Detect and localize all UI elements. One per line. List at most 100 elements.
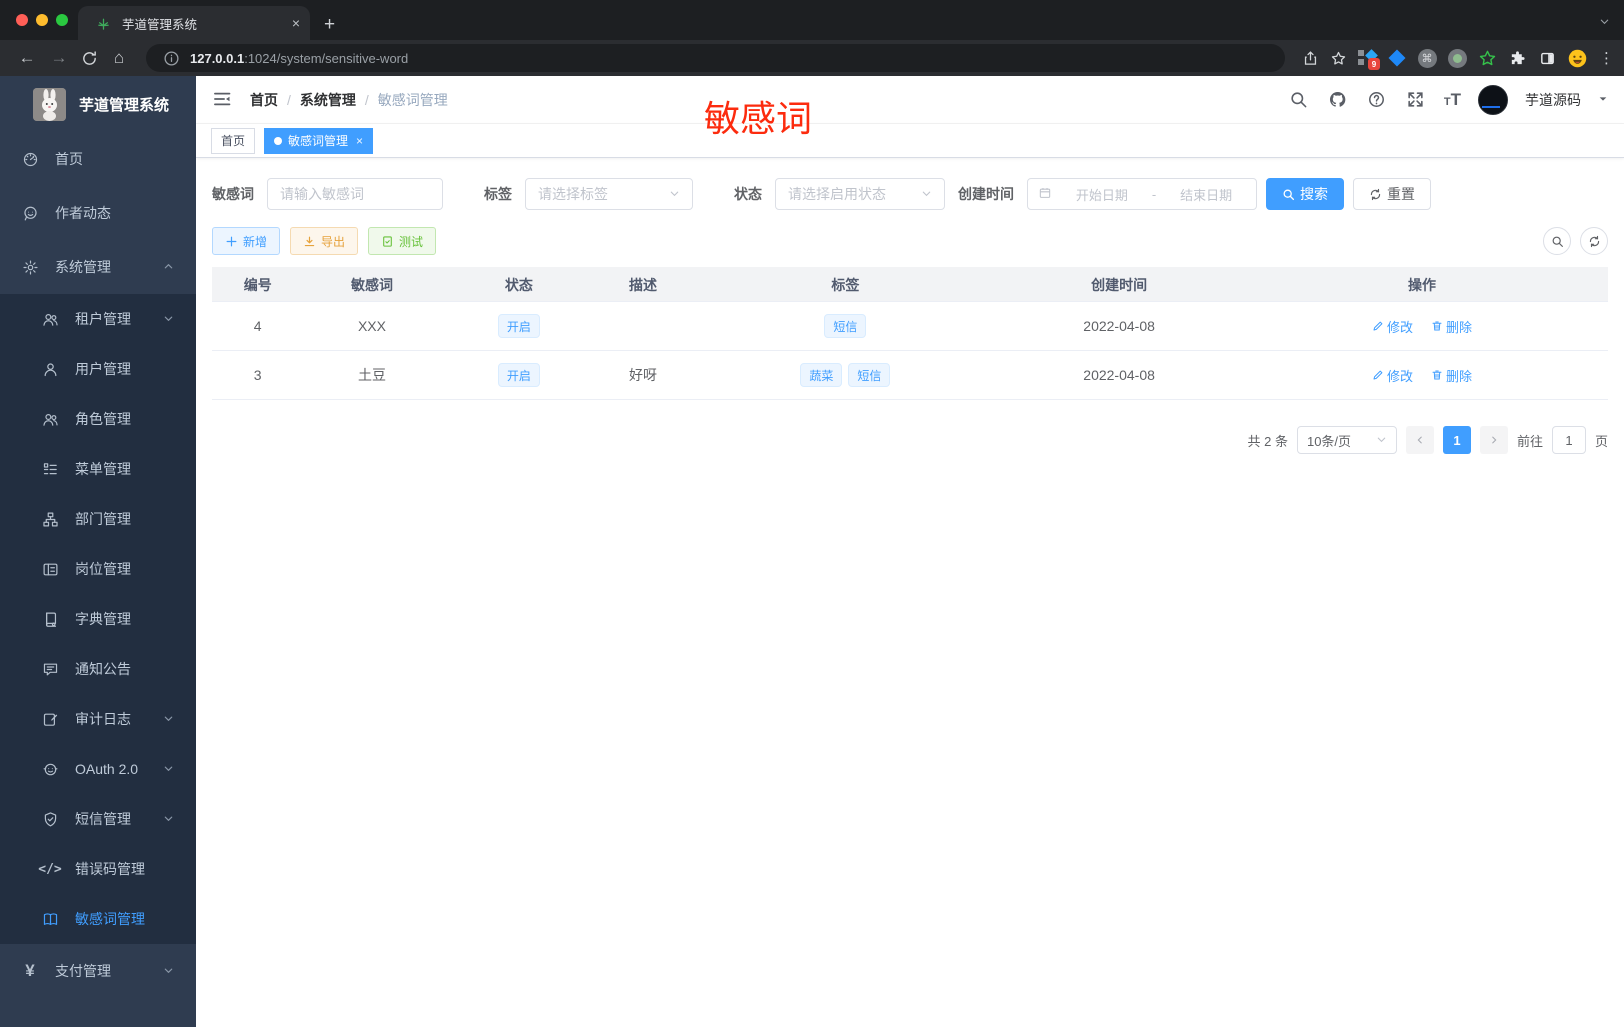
column-header: 状态 bbox=[440, 267, 598, 302]
sidebar-item-dict[interactable]: 字典管理 bbox=[0, 594, 196, 644]
breadcrumb-item[interactable]: 首页 bbox=[250, 90, 278, 110]
close-tag-icon[interactable]: × bbox=[356, 134, 363, 148]
reset-button[interactable]: 重置 bbox=[1353, 178, 1431, 210]
bookmark-star-icon[interactable] bbox=[1327, 47, 1349, 69]
sidebar-item-pay[interactable]: ¥ 支付管理 bbox=[0, 944, 196, 998]
next-page-button[interactable] bbox=[1479, 426, 1508, 454]
sidebar-item-sms[interactable]: 短信管理 bbox=[0, 794, 196, 844]
keyword-input[interactable] bbox=[267, 178, 443, 210]
help-icon[interactable] bbox=[1366, 89, 1388, 111]
users-icon bbox=[41, 310, 59, 328]
sidebar-item-tenant[interactable]: 租户管理 bbox=[0, 294, 196, 344]
back-button[interactable]: ← bbox=[14, 48, 40, 68]
collapse-sidebar-icon[interactable] bbox=[212, 89, 234, 111]
tab-title: 芋道管理系统 bbox=[122, 17, 198, 32]
show-search-icon-button[interactable] bbox=[1543, 227, 1571, 255]
edit-link[interactable]: 修改 bbox=[1372, 366, 1413, 385]
breadcrumb-item[interactable]: 系统管理 bbox=[300, 90, 356, 110]
chevron-down-icon bbox=[163, 811, 174, 827]
extension-kite-icon[interactable] bbox=[1385, 46, 1409, 70]
sidebar-item-system[interactable]: 系统管理 bbox=[0, 240, 196, 294]
profile-emoji-avatar[interactable] bbox=[1565, 46, 1589, 70]
extension-green-star-icon[interactable] bbox=[1475, 46, 1499, 70]
browser-menu-icon[interactable]: ⋮ bbox=[1599, 49, 1614, 67]
font-size-icon[interactable]: TT bbox=[1444, 90, 1461, 110]
chevron-down-icon bbox=[921, 186, 932, 202]
sidebar-item-dept[interactable]: 部门管理 bbox=[0, 494, 196, 544]
tags-view: 首页 敏感词管理 × bbox=[196, 124, 1624, 158]
delete-link[interactable]: 删除 bbox=[1431, 317, 1472, 336]
extension-grid-icon[interactable]: 9 bbox=[1355, 46, 1380, 70]
search-icon[interactable] bbox=[1288, 89, 1310, 111]
search-button[interactable]: 搜索 bbox=[1266, 178, 1344, 210]
address-bar[interactable]: 127.0.0.1:1024/system/sensitive-word bbox=[146, 44, 1285, 72]
id-card-icon bbox=[41, 560, 59, 578]
sidebar-item-notice[interactable]: 通知公告 bbox=[0, 644, 196, 694]
site-info-icon[interactable] bbox=[160, 47, 182, 69]
sidebar-item-oauth2[interactable]: OAuth 2.0 bbox=[0, 744, 196, 794]
extension-command-icon[interactable]: ⌘ bbox=[1415, 46, 1439, 70]
sidebar-item-sensitive-word[interactable]: 敏感词管理 bbox=[0, 894, 196, 944]
tags-view-item[interactable]: 首页 bbox=[211, 127, 256, 154]
date-range-picker[interactable]: 开始日期 - 结束日期 bbox=[1027, 178, 1257, 210]
reload-button[interactable] bbox=[78, 47, 100, 69]
extension-record-icon[interactable] bbox=[1445, 46, 1469, 70]
tab-close-icon[interactable]: × bbox=[292, 15, 300, 31]
browser-titlebar: 芋道管理系统 × + bbox=[0, 0, 1624, 40]
new-tab-button[interactable]: + bbox=[324, 15, 335, 34]
column-header: 敏感词 bbox=[303, 267, 441, 302]
log-icon bbox=[41, 710, 59, 728]
sidebar-item-author-news[interactable]: 作者动态 bbox=[0, 186, 196, 240]
refresh-table-button[interactable] bbox=[1580, 227, 1608, 255]
github-icon[interactable] bbox=[1327, 89, 1349, 111]
fullscreen-icon[interactable] bbox=[1405, 89, 1427, 111]
side-panel-icon[interactable] bbox=[1535, 46, 1559, 70]
prev-page-button[interactable] bbox=[1405, 426, 1434, 454]
zoom-window-button[interactable] bbox=[56, 14, 68, 26]
sidebar-item-menu[interactable]: 菜单管理 bbox=[0, 444, 196, 494]
tags-view-item[interactable]: 敏感词管理 × bbox=[264, 127, 374, 154]
breadcrumb: 首页 / 系统管理 / 敏感词管理 bbox=[250, 90, 448, 110]
chevron-down-icon bbox=[163, 963, 174, 979]
titlebar-chevron-icon[interactable] bbox=[1599, 14, 1610, 32]
export-button[interactable]: 导出 bbox=[290, 227, 359, 255]
test-button[interactable]: 测试 bbox=[368, 227, 437, 255]
tag-select[interactable]: 请选择标签 bbox=[525, 178, 693, 210]
extensions-puzzle-icon[interactable] bbox=[1505, 46, 1529, 70]
app-logo[interactable]: 芋道管理系统 bbox=[0, 76, 196, 132]
page-size-select[interactable]: 10条/页 bbox=[1296, 426, 1397, 454]
cell-id: 3 bbox=[212, 350, 304, 400]
window-controls[interactable] bbox=[16, 14, 68, 26]
date-end-placeholder: 结束日期 bbox=[1180, 187, 1233, 203]
minimize-window-button[interactable] bbox=[36, 14, 48, 26]
goto-page-input[interactable] bbox=[1551, 426, 1586, 454]
chevron-down-icon bbox=[163, 761, 174, 777]
edit-pencil-icon bbox=[1372, 369, 1384, 381]
user-avatar[interactable] bbox=[1478, 84, 1508, 115]
sidebar-item-error-code[interactable]: </> 错误码管理 bbox=[0, 844, 196, 894]
yen-icon: ¥ bbox=[25, 961, 35, 980]
sidebar-item-post[interactable]: 岗位管理 bbox=[0, 544, 196, 594]
page-1-button[interactable]: 1 bbox=[1442, 426, 1471, 454]
status-select[interactable]: 请选择启用状态 bbox=[775, 178, 945, 210]
browser-tab[interactable]: 芋道管理系统 × bbox=[78, 6, 310, 40]
sidebar-item-home[interactable]: 首页 bbox=[0, 132, 196, 186]
code-icon: </> bbox=[38, 861, 62, 877]
sidebar-item-audit-log[interactable]: 审计日志 bbox=[0, 694, 196, 744]
logo-rabbit-avatar bbox=[33, 87, 66, 121]
sidebar-item-user[interactable]: 用户管理 bbox=[0, 344, 196, 394]
table-row: 3 土豆 开启 好呀 蔬菜 短信 2022-04-08 修改 删除 bbox=[212, 350, 1608, 400]
add-button[interactable]: 新增 bbox=[212, 227, 281, 255]
user-caret-down-icon[interactable] bbox=[1598, 91, 1608, 109]
sidebar-item-role[interactable]: 角色管理 bbox=[0, 394, 196, 444]
share-icon[interactable] bbox=[1299, 47, 1321, 69]
edit-link[interactable]: 修改 bbox=[1372, 317, 1413, 336]
pagination: 共 2 条 10条/页 1 前往 页 bbox=[212, 426, 1608, 454]
forward-button[interactable]: → bbox=[46, 48, 72, 68]
home-button[interactable]: ⌂ bbox=[106, 48, 132, 68]
column-header: 编号 bbox=[212, 267, 304, 302]
close-window-button[interactable] bbox=[16, 14, 28, 26]
chevron-down-icon bbox=[1376, 433, 1387, 448]
delete-link[interactable]: 删除 bbox=[1431, 366, 1472, 385]
menu-tree-icon bbox=[41, 460, 59, 478]
